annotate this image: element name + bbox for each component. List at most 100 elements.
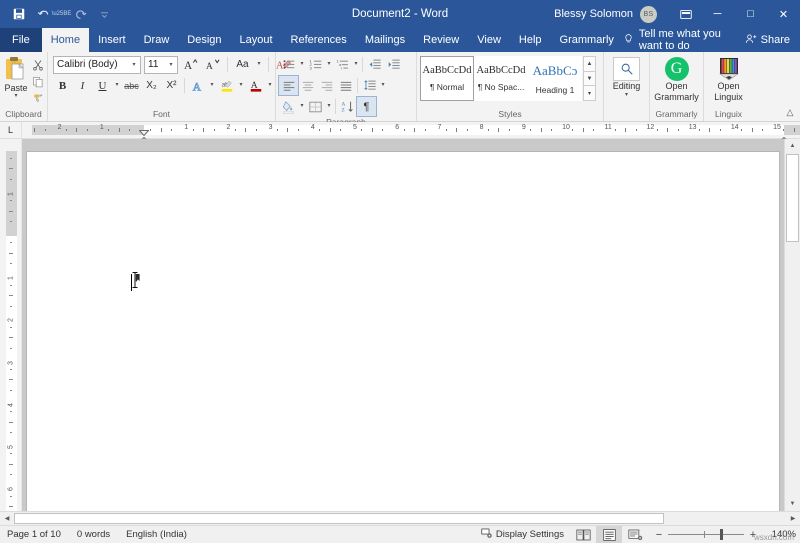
increase-indent-button[interactable] <box>384 55 403 74</box>
align-left-button[interactable] <box>279 76 298 95</box>
horizontal-scrollbar[interactable]: ◀ ▶ <box>0 511 800 525</box>
zoom-percentage[interactable]: 140% <box>762 529 796 540</box>
tab-draw[interactable]: Draw <box>135 28 179 52</box>
bullets-button[interactable] <box>279 55 298 74</box>
editing-dropdown-icon[interactable]: ▾ <box>625 92 628 98</box>
tab-insert[interactable]: Insert <box>89 28 135 52</box>
underline-dropdown-icon[interactable]: ▾ <box>113 81 121 91</box>
line-spacing-dropdown-icon[interactable]: ▾ <box>379 81 387 91</box>
horizontal-ruler-track[interactable]: 21123456789101112131415 <box>22 122 800 138</box>
font-name-dropdown-icon[interactable]: ▾ <box>128 61 140 68</box>
align-center-button[interactable] <box>298 76 317 95</box>
customize-quick-access-toolbar-icon[interactable] <box>93 3 115 25</box>
maximize-button[interactable]: □ <box>734 0 767 28</box>
user-name[interactable]: Blessy Solomon <box>554 8 640 20</box>
decrease-indent-button[interactable] <box>365 55 384 74</box>
styles-scroll-up-icon[interactable]: ▲ <box>583 56 596 72</box>
vertical-scroll-thumb[interactable] <box>786 154 799 242</box>
borders-dropdown-icon[interactable]: ▾ <box>325 102 333 112</box>
shrink-font-button[interactable]: A <box>203 55 222 74</box>
styles-more-icon[interactable]: ▾ <box>583 86 596 101</box>
style-no-spacing[interactable]: AaBbCcDd ¶ No Spac... <box>474 56 528 101</box>
tab-references[interactable]: References <box>282 28 356 52</box>
zoom-in-button[interactable]: + <box>748 529 758 541</box>
print-layout-button[interactable] <box>596 526 622 543</box>
zoom-slider[interactable] <box>668 534 744 535</box>
change-case-button[interactable]: Aa <box>233 55 252 74</box>
editing-button[interactable]: Editing ▾ <box>607 55 646 98</box>
subscript-button[interactable]: X₂ <box>142 76 161 95</box>
tab-view[interactable]: View <box>468 28 510 52</box>
tab-home[interactable]: Home <box>42 28 89 52</box>
minimize-button[interactable]: ─ <box>701 0 734 28</box>
justify-button[interactable] <box>336 76 355 95</box>
language-indicator[interactable]: English (India) <box>118 526 195 543</box>
open-linguix-button[interactable]: Open Linguix <box>707 55 750 102</box>
tab-layout[interactable]: Layout <box>231 28 282 52</box>
style-normal[interactable]: AaBbCcDd ¶ Normal <box>420 56 474 101</box>
bullets-dropdown-icon[interactable]: ▾ <box>298 60 306 70</box>
web-layout-button[interactable] <box>622 526 648 543</box>
change-case-dropdown-icon[interactable]: ▾ <box>255 60 263 70</box>
styles-scroll-down-icon[interactable]: ▼ <box>583 72 596 87</box>
shading-dropdown-icon[interactable]: ▾ <box>298 102 306 112</box>
grow-font-button[interactable]: A <box>181 55 200 74</box>
text-effects-button[interactable]: A <box>188 76 207 95</box>
redo-icon[interactable] <box>69 3 91 25</box>
right-indent-marker[interactable] <box>779 131 789 138</box>
save-icon[interactable] <box>8 3 30 25</box>
ribbon-display-options-icon[interactable] <box>671 0 701 28</box>
scroll-left-icon[interactable]: ◀ <box>0 512 14 525</box>
sort-button[interactable]: AZ <box>338 97 357 116</box>
scroll-right-icon[interactable]: ▶ <box>786 512 800 525</box>
horizontal-scroll-track[interactable] <box>14 512 786 525</box>
underline-button[interactable]: U <box>93 76 112 95</box>
copy-icon[interactable] <box>29 74 46 90</box>
tab-review[interactable]: Review <box>414 28 468 52</box>
text-highlight-button[interactable]: ab <box>217 76 236 95</box>
share-button[interactable]: Share <box>745 33 792 48</box>
numbering-dropdown-icon[interactable]: ▾ <box>325 60 333 70</box>
horizontal-scroll-thumb[interactable] <box>14 513 664 524</box>
multilevel-list-button[interactable]: 1ai <box>333 55 352 74</box>
tab-grammarly[interactable]: Grammarly <box>551 28 623 52</box>
zoom-slider-thumb[interactable] <box>720 529 723 540</box>
tell-me-search[interactable]: Tell me what you want to do <box>623 28 735 52</box>
document-area[interactable] <box>22 139 784 511</box>
paste-button[interactable]: Paste ▾ <box>3 55 29 99</box>
open-grammarly-button[interactable]: G Open Grammarly <box>653 55 700 102</box>
document-page[interactable] <box>26 151 780 511</box>
undo-dropdown-icon[interactable]: \u25BE <box>56 3 67 25</box>
collapse-ribbon-icon[interactable]: △ <box>783 106 797 119</box>
font-size-dropdown-icon[interactable]: ▾ <box>165 61 177 68</box>
borders-button[interactable] <box>306 97 325 116</box>
text-highlight-dropdown-icon[interactable]: ▾ <box>237 81 245 91</box>
word-count[interactable]: 0 words <box>69 526 118 543</box>
font-color-button[interactable]: A <box>246 76 265 95</box>
multilevel-list-dropdown-icon[interactable]: ▾ <box>352 60 360 70</box>
cut-icon[interactable] <box>29 57 46 73</box>
page-indicator[interactable]: Page 1 of 10 <box>0 526 69 543</box>
tab-help[interactable]: Help <box>510 28 551 52</box>
vertical-scrollbar[interactable]: ▲ ▼ <box>784 139 800 511</box>
zoom-out-button[interactable]: − <box>654 529 664 541</box>
bold-button[interactable]: B <box>53 76 72 95</box>
first-line-indent-marker[interactable] <box>139 123 149 129</box>
scroll-up-icon[interactable]: ▲ <box>786 139 799 153</box>
font-name-combo[interactable]: Calibri (Body) ▾ <box>53 56 141 74</box>
font-color-dropdown-icon[interactable]: ▾ <box>266 81 274 91</box>
numbering-button[interactable]: 123 <box>306 55 325 74</box>
superscript-button[interactable]: X² <box>162 76 181 95</box>
close-button[interactable]: ✕ <box>767 0 800 28</box>
vertical-ruler[interactable]: 1123456 <box>0 139 22 511</box>
hanging-indent-marker[interactable] <box>139 131 149 138</box>
tab-file[interactable]: File <box>0 28 42 52</box>
avatar[interactable]: BS <box>640 6 657 23</box>
line-spacing-button[interactable] <box>360 76 379 95</box>
format-painter-icon[interactable] <box>29 91 46 107</box>
read-mode-button[interactable] <box>570 526 596 543</box>
font-size-combo[interactable]: 11 ▾ <box>144 56 178 74</box>
tab-design[interactable]: Design <box>178 28 230 52</box>
align-right-button[interactable] <box>317 76 336 95</box>
italic-button[interactable]: I <box>73 76 92 95</box>
